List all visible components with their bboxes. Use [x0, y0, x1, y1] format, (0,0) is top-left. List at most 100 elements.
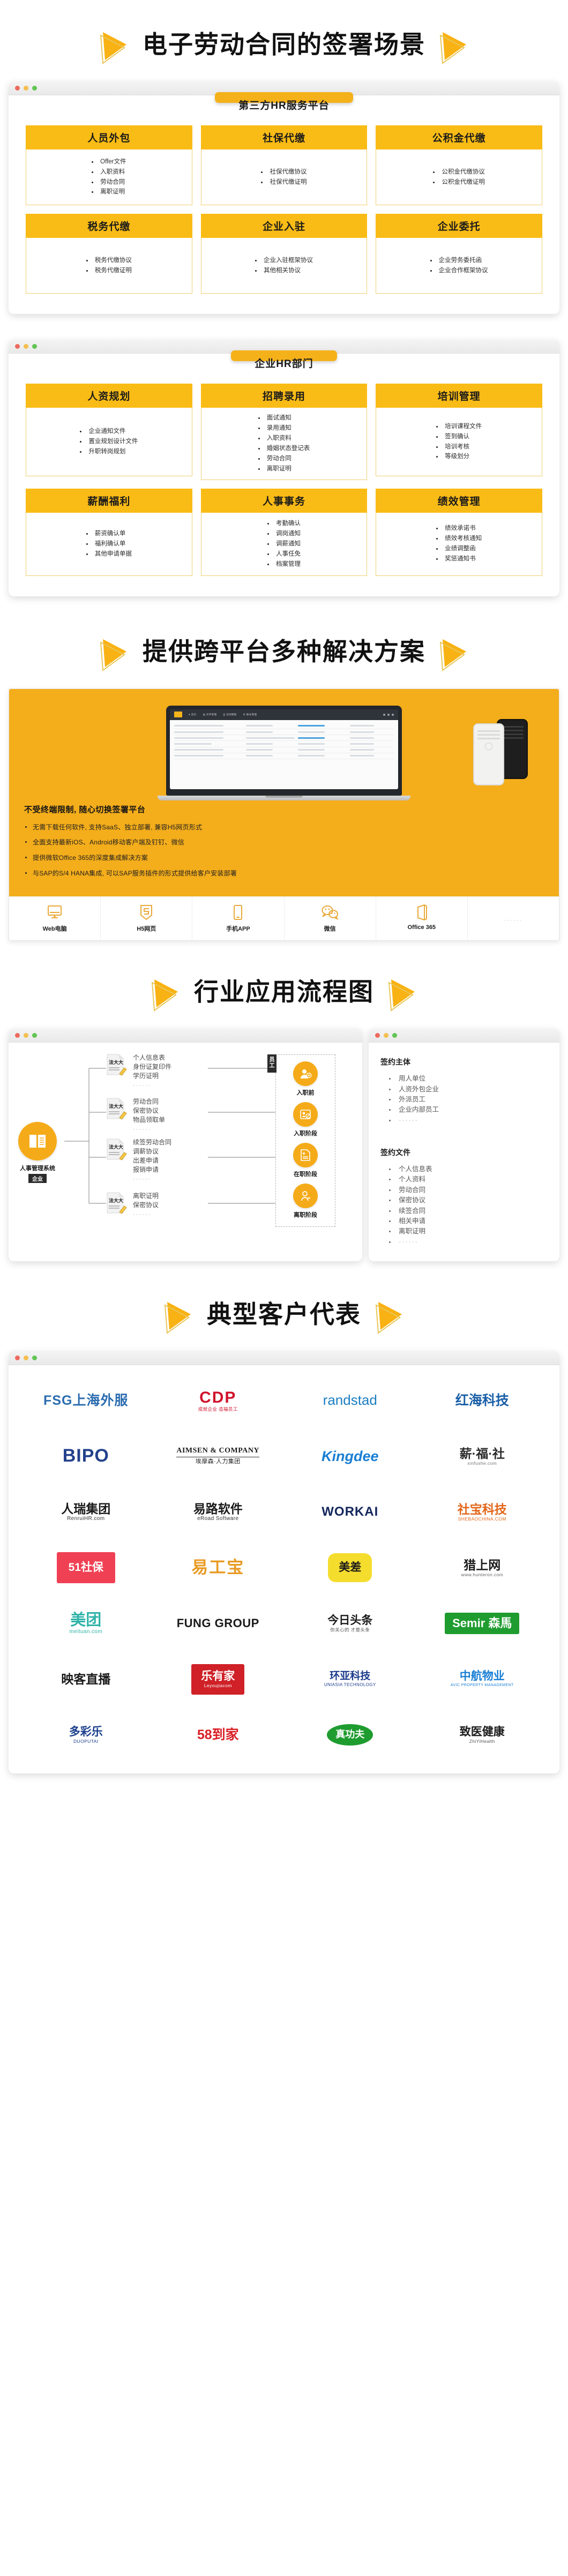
office-icon	[377, 903, 466, 922]
client-name: 薪·福·社	[459, 1446, 505, 1461]
client-name: Kingdee	[321, 1448, 379, 1464]
platform-icons-row: Web电脑 H5网页 手机APP 微信 Office 365 ······	[9, 896, 559, 941]
app-topbar-actions	[383, 713, 394, 716]
maximize-dot-icon[interactable]	[32, 344, 37, 349]
minimize-dot-icon[interactable]	[24, 86, 28, 91]
badge-icon	[293, 1102, 318, 1127]
laptop-mockup: ● 首页 ▤ 文件管理 ⎙ 合同模板 ⚙ 账号管理	[158, 705, 410, 800]
maximize-dot-icon[interactable]	[32, 86, 37, 91]
close-dot-icon[interactable]	[15, 1356, 20, 1361]
minimize-dot-icon[interactable]	[24, 1356, 28, 1361]
tile-item: 面试通知	[258, 413, 310, 423]
table-row	[174, 741, 394, 747]
platform-label: Web电脑	[42, 926, 67, 933]
user-add-icon	[293, 1061, 318, 1087]
tile-body: 面试通知 录用通知 入职资料 婚姻状态登记表 劳动合同 离职证明	[200, 408, 368, 480]
close-dot-icon[interactable]	[15, 1033, 20, 1038]
list-item: 离职证明	[387, 1226, 548, 1237]
client-tagline: DUOPUTAI	[73, 1738, 99, 1744]
signing-subject-heading: 签约主体	[380, 1058, 410, 1067]
tile-item: 人事任免	[267, 549, 301, 559]
maximize-dot-icon[interactable]	[32, 1033, 37, 1038]
tile-title: 税务代缴	[26, 214, 192, 238]
list-item: 个人资料	[387, 1174, 548, 1185]
tile: 招聘录用 面试通知 录用通知 入职资料 婚姻状态登记表 劳动合同 离职证明	[200, 384, 368, 480]
branch-text: 离职证明 保密协议 ······	[133, 1192, 159, 1218]
tile-body: 薪资确认单 福利确认单 其他申请单据	[26, 512, 192, 576]
tile-title: 人员外包	[26, 125, 192, 149]
tile-item: 税务代缴证明	[86, 266, 132, 276]
client-logo: 社宝科技 SHEBAOCHINA.COM	[458, 1495, 507, 1529]
minimize-dot-icon[interactable]	[384, 1033, 388, 1038]
signing-summary-body: 签约主体 用人单位 人资外包企业 外派员工 企业内部员工 ······ 签约文件…	[369, 1043, 559, 1261]
client-name: Semir 森馬	[452, 1616, 512, 1630]
tile-body: 企业劳务委托函 企业合作框架协议	[376, 238, 542, 294]
client-tagline: 你关心的 才是头条	[330, 1627, 370, 1633]
close-dot-icon[interactable]	[375, 1033, 380, 1038]
platform-web[interactable]: Web电脑	[9, 897, 101, 941]
device-mockups: ● 首页 ▤ 文件管理 ⎙ 合同模板 ⚙ 账号管理	[24, 699, 544, 800]
tile-item: 培训课程文件	[436, 422, 482, 432]
platform-app[interactable]: 手机APP	[192, 897, 285, 941]
tile-item: 培训考核	[436, 442, 482, 452]
client-name: 51社保	[68, 1561, 103, 1574]
section-heading-signing-scenarios: 电子劳动合同的签署场景	[0, 0, 568, 81]
third-party-hr-platform-card: 人员外包 Offer文件 入职资料 劳动合同 离职证明 社保代缴 社保代缴协议 …	[9, 81, 559, 314]
close-dot-icon[interactable]	[15, 344, 20, 349]
hr-system-icon	[18, 1122, 57, 1161]
platform-office365[interactable]: Office 365	[376, 897, 468, 941]
client-logo: Semir 森馬	[445, 1606, 520, 1641]
browser-titlebar	[9, 1351, 559, 1366]
tile-body: 培训课程文件 签到确认 培训考核 等级划分	[376, 408, 542, 476]
table-row	[174, 735, 394, 742]
client-name: 真功夫	[335, 1729, 365, 1740]
card2-tiles-row1: 人资规划 企业通知文件 置业规划设计文件 升职转岗规划 招聘录用 面试通知 录用…	[16, 370, 552, 484]
app-menu-item: ⎙ 合同模板	[223, 713, 237, 716]
platform-label: Office 365	[407, 924, 436, 931]
minimize-dot-icon[interactable]	[24, 344, 28, 349]
platform-h5[interactable]: H5网页	[101, 897, 193, 941]
client-tagline: RenruiHR.com	[67, 1515, 105, 1522]
tile-body: 企业通知文件 置业规划设计文件 升职转岗规划	[26, 408, 192, 476]
table-row	[174, 729, 394, 736]
wechat-icon	[286, 903, 375, 922]
list-item: ······	[387, 1115, 548, 1126]
client-logo: 今日头条 你关心的 才是头条	[327, 1606, 372, 1641]
arrow-right-icon	[437, 24, 470, 65]
card1-tiles-row1: 人员外包 Offer文件 入职资料 劳动合同 离职证明 社保代缴 社保代缴协议 …	[16, 111, 552, 209]
client-name: 人瑞集团	[61, 1501, 111, 1516]
card1-tiles-row2: 税务代缴 税务代缴协议 税务代缴证明 企业入驻 企业入驻框架协议 其他相关协议	[16, 209, 552, 304]
list-item: 保密协议	[387, 1195, 548, 1205]
table-row	[174, 723, 394, 729]
stage-pre-onboard: 入职前	[293, 1061, 318, 1097]
tile-item: 福利确认单	[86, 539, 132, 549]
client-tagline: SHEBAOCHINA.COM	[458, 1516, 506, 1522]
arrow-left-icon	[98, 631, 131, 672]
close-dot-icon[interactable]	[15, 86, 20, 91]
cross-platform-hero: ● 首页 ▤ 文件管理 ⎙ 合同模板 ⚙ 账号管理 不受终端限制, 随心切换签署…	[9, 688, 559, 897]
client-name: 红海科技	[455, 1392, 509, 1408]
flow-branch: 法大大 个人信息表 身份证复印件 学历证明 ······	[106, 1053, 171, 1090]
clients-grid-body: FSG上海外服 CDP 成就企业 造福员工 randstad 红海科技 BIPO …	[9, 1365, 559, 1773]
platform-more: ······	[468, 897, 559, 940]
tile-item: 社保代缴协议	[261, 167, 307, 177]
tile-item: 考勤确认	[267, 519, 301, 529]
client-tagline: www.hunteron.com	[461, 1571, 504, 1577]
client-name: 58到家	[197, 1727, 239, 1742]
client-tagline: 埃摩森·人力集团	[176, 1457, 260, 1465]
section-heading-flow: 行业应用流程图	[0, 941, 568, 1029]
stage-label: 入职前	[296, 1090, 315, 1097]
maximize-dot-icon[interactable]	[392, 1033, 397, 1038]
minimize-dot-icon[interactable]	[24, 1033, 28, 1038]
maximize-dot-icon[interactable]	[32, 1356, 37, 1361]
platform-wechat[interactable]: 微信	[285, 897, 376, 941]
client-tagline: AVIC PROPERTY MANAGEMENT	[450, 1683, 514, 1688]
client-logo: 易工宝	[191, 1551, 244, 1585]
bullet-item: 全面支持最新iOS、Android移动客户端及钉钉、微信	[24, 837, 544, 848]
user-minus-icon	[293, 1184, 318, 1209]
browser-titlebar	[369, 1029, 559, 1043]
tile: 企业入驻 企业入驻框架协议 其他相关协议	[200, 214, 368, 294]
client-logo: 致医健康 ZhiYiHealth	[460, 1718, 505, 1752]
section-heading-clients: 典型客户代表	[0, 1261, 568, 1351]
cross-platform-lead: 不受终端限制, 随心切换签署平台	[24, 805, 146, 814]
